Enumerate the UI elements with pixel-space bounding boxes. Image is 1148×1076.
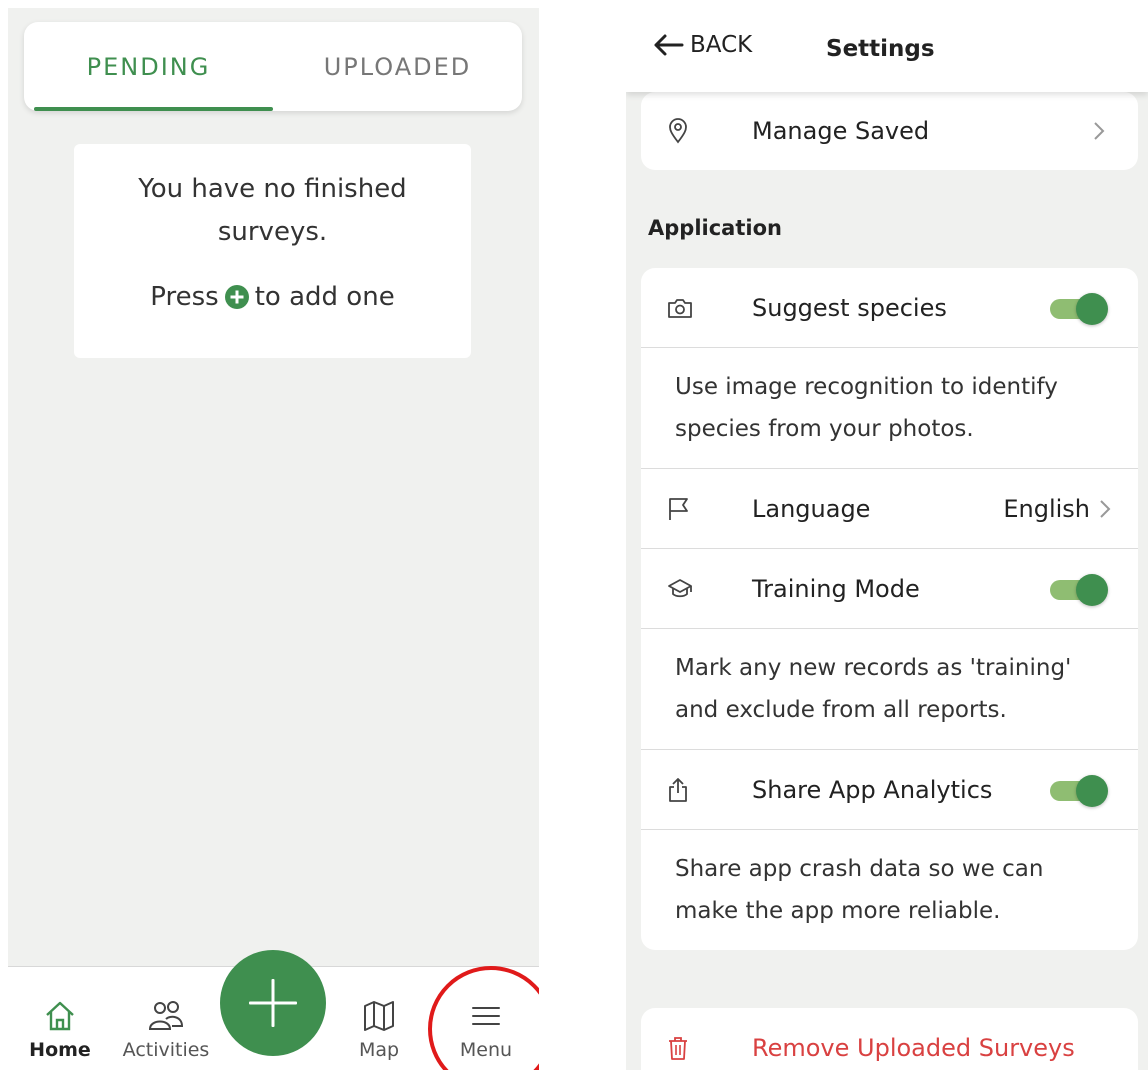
manage-saved-card: Manage Saved — [641, 92, 1138, 170]
settings-screen: BACK Settings Manage Saved Application S… — [626, 8, 1148, 1070]
suggest-species-label: Suggest species — [752, 293, 947, 322]
suggest-species-description: Use image recognition to identify specie… — [641, 348, 1138, 469]
section-title-application: Application — [648, 216, 782, 240]
suggest-species-row: Suggest species — [641, 268, 1138, 348]
share-analytics-row: Share App Analytics — [641, 750, 1138, 830]
map-icon — [364, 1001, 394, 1031]
toggle-knob — [1076, 292, 1108, 325]
surveys-screen: PENDING UPLOADED You have no finished su… — [8, 8, 539, 1070]
nav-map-label: Map — [358, 1039, 400, 1061]
share-analytics-label: Share App Analytics — [752, 775, 993, 804]
share-analytics-toggle[interactable] — [1050, 774, 1108, 807]
training-mode-row: Training Mode — [641, 549, 1138, 629]
empty-state-message: You have no finished surveys. — [138, 174, 407, 247]
location-pin-icon — [669, 118, 687, 144]
menu-icon — [472, 1007, 500, 1025]
home-icon — [46, 1001, 74, 1031]
flag-icon — [669, 497, 688, 520]
active-tab-indicator — [34, 107, 273, 111]
nav-activities-label: Activities — [122, 1039, 210, 1061]
danger-card: Remove Uploaded Surveys — [641, 1008, 1138, 1070]
arrow-left-icon — [654, 34, 684, 56]
remove-uploaded-label: Remove Uploaded Surveys — [752, 1034, 1075, 1062]
share-icon — [669, 777, 687, 802]
nav-activities[interactable]: Activities — [116, 967, 216, 1070]
language-label: Language — [752, 494, 871, 523]
settings-header: BACK Settings — [626, 8, 1148, 92]
back-button[interactable]: BACK — [652, 32, 752, 58]
hint-suffix: to add one — [254, 282, 395, 312]
page-title: Settings — [826, 36, 935, 62]
training-mode-toggle[interactable] — [1050, 573, 1108, 606]
nav-home[interactable]: Home — [26, 967, 94, 1070]
nav-map[interactable]: Map — [344, 967, 414, 1070]
people-icon — [148, 1001, 184, 1030]
nav-menu[interactable]: Menu — [448, 967, 524, 1070]
add-circle-icon — [224, 285, 249, 309]
toggle-knob — [1076, 774, 1108, 807]
share-analytics-description: Share app crash data so we can make the … — [675, 856, 1044, 924]
survey-status-tabs: PENDING UPLOADED — [24, 22, 522, 111]
chevron-right-icon — [1100, 499, 1111, 518]
application-settings-card: Suggest species Use image recognition to… — [641, 268, 1138, 950]
back-label: BACK — [690, 32, 753, 58]
language-row[interactable]: Language English — [641, 469, 1138, 549]
manage-saved-label: Manage Saved — [752, 117, 930, 145]
chevron-right-icon — [1094, 122, 1105, 140]
hint-prefix: Press — [150, 282, 219, 312]
tab-uploaded[interactable]: UPLOADED — [273, 22, 522, 111]
language-value: English — [1003, 494, 1090, 523]
add-survey-button[interactable] — [220, 950, 326, 1056]
graduation-cap-icon — [668, 578, 692, 597]
toggle-knob — [1076, 573, 1108, 606]
empty-state-card: You have no finished surveys. Press to a… — [74, 144, 471, 358]
manage-saved-row[interactable]: Manage Saved — [641, 92, 1138, 170]
trash-icon — [669, 1037, 687, 1060]
remove-uploaded-row[interactable]: Remove Uploaded Surveys — [641, 1008, 1138, 1070]
nav-menu-label: Menu — [459, 1039, 513, 1061]
suggest-species-toggle[interactable] — [1050, 292, 1108, 325]
camera-icon — [668, 298, 692, 318]
training-mode-label: Training Mode — [752, 574, 920, 603]
tab-pending[interactable]: PENDING — [24, 22, 273, 111]
training-mode-description: Mark any new records as 'training' and e… — [641, 629, 1138, 750]
nav-home-label: Home — [29, 1039, 91, 1061]
empty-state-hint: Press to add one — [74, 282, 471, 312]
